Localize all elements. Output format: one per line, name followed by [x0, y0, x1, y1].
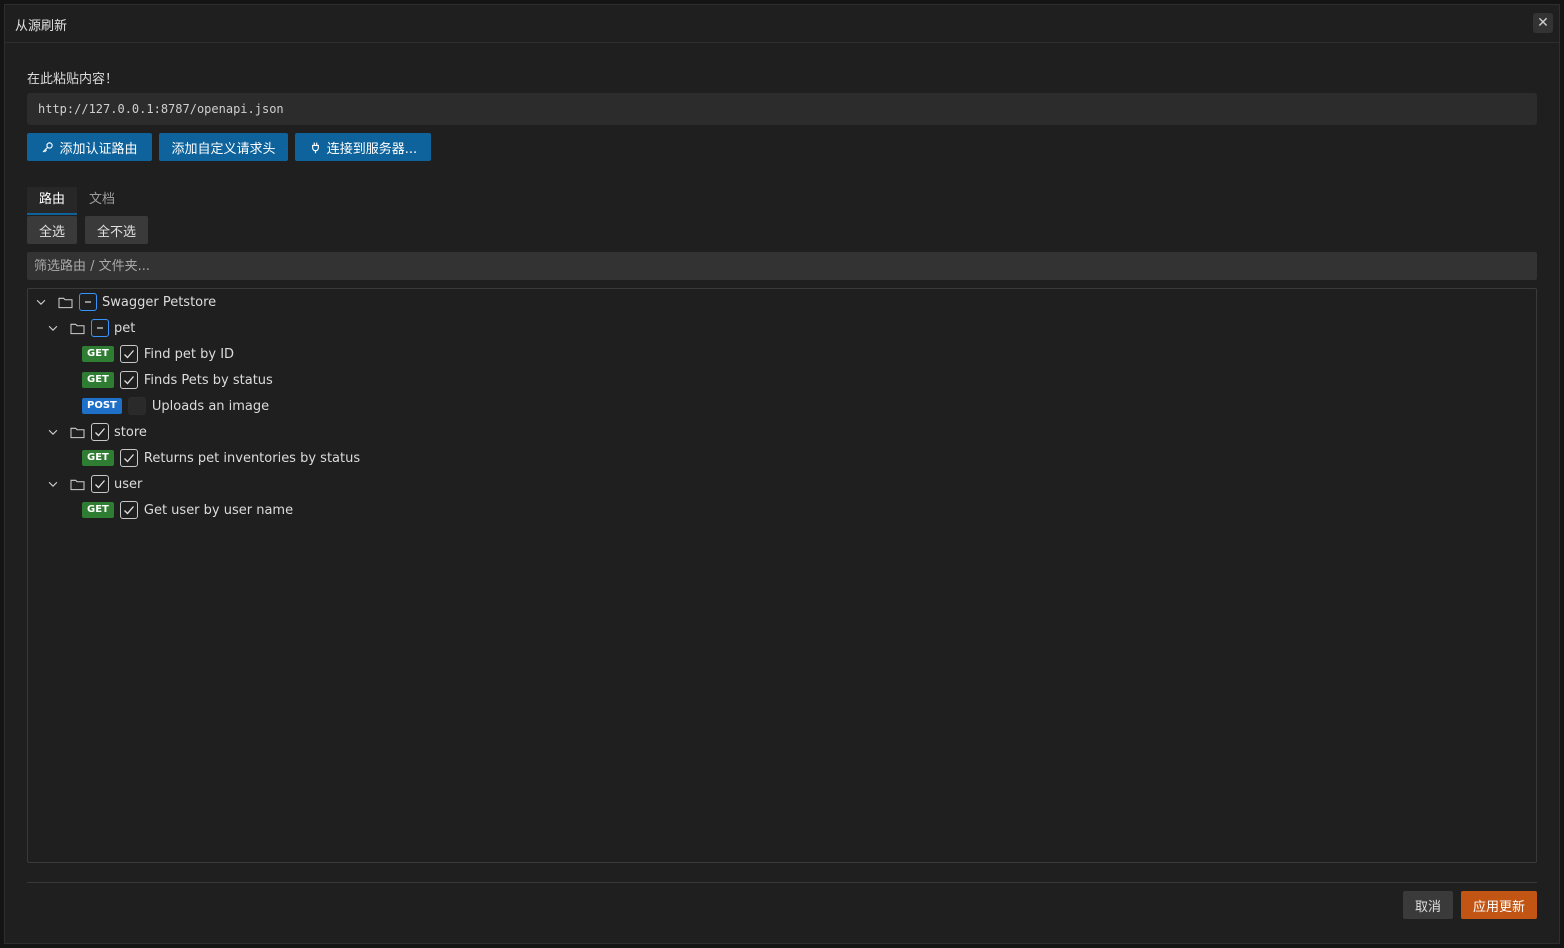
route-checkbox[interactable] [127, 397, 146, 415]
folder-icon [70, 427, 85, 438]
route-label: Get user by user name [143, 502, 294, 518]
folder-label-store: store [114, 424, 147, 440]
method-badge: GET [82, 346, 114, 362]
method-badge: GET [82, 450, 114, 466]
connect-server-label: 连接到服务器... [326, 141, 418, 157]
select-all-button[interactable]: 全选 [27, 216, 78, 244]
chevron-down-icon[interactable] [46, 477, 60, 491]
dialog-titlebar: 从源刷新 ✕ [5, 5, 1559, 43]
method-badge: POST [82, 398, 122, 414]
chevron-down-icon[interactable] [46, 321, 60, 335]
route-checkbox[interactable] [119, 371, 138, 389]
plug-icon [311, 142, 319, 153]
route-checkbox[interactable] [119, 449, 138, 467]
folder-row-user[interactable]: user [46, 471, 142, 497]
folder-icon [70, 323, 85, 334]
footer-divider [27, 882, 1537, 883]
route-row[interactable]: GET Returns pet inventories by status [82, 445, 360, 471]
route-label: Returns pet inventories by status [143, 450, 361, 466]
connect-server-button[interactable]: 连接到服务器... [295, 133, 431, 161]
tree-root-checkbox[interactable] [79, 293, 97, 311]
refresh-from-source-dialog: 从源刷新 ✕ 在此粘贴内容！ 添加认证路由 添加自定义请求头 连接到服务器...… [4, 4, 1560, 944]
folder-row-store[interactable]: store [46, 419, 147, 445]
cancel-button[interactable]: 取消 [1403, 891, 1454, 919]
apply-update-button[interactable]: 应用更新 [1461, 891, 1538, 919]
method-badge: GET [82, 502, 114, 518]
tree-root-label: Swagger Petstore [102, 294, 217, 310]
key-icon [43, 141, 54, 152]
tab-routes[interactable]: 路由 [27, 187, 77, 215]
route-row[interactable]: GET Finds Pets by status [82, 367, 273, 393]
method-badge: GET [82, 372, 114, 388]
chevron-down-icon[interactable] [46, 425, 60, 439]
folder-checkbox-user[interactable] [91, 475, 109, 493]
folder-icon [70, 479, 85, 490]
route-checkbox[interactable] [119, 345, 138, 363]
close-icon[interactable]: ✕ [1537, 15, 1549, 31]
route-row[interactable]: POST Uploads an image [82, 393, 269, 419]
paste-label: 在此粘贴内容！ [27, 72, 119, 87]
route-row[interactable]: GET Find pet by ID [82, 341, 234, 367]
chevron-down-icon[interactable] [34, 295, 48, 309]
add-auth-route-label: 添加认证路由 [59, 141, 138, 157]
route-checkbox[interactable] [119, 501, 138, 519]
route-label: Find pet by ID [143, 346, 235, 362]
select-none-button[interactable]: 全不选 [85, 216, 149, 244]
close-button[interactable]: ✕ [1533, 13, 1553, 33]
dialog-title: 从源刷新 [15, 19, 68, 34]
add-custom-header-label: 添加自定义请求头 [171, 141, 276, 157]
folder-icon [58, 297, 73, 308]
folder-checkbox-store[interactable] [91, 423, 109, 441]
add-custom-header-button[interactable]: 添加自定义请求头 [159, 133, 288, 161]
folder-row-pet[interactable]: pet [46, 315, 135, 341]
add-auth-route-button[interactable]: 添加认证路由 [27, 133, 152, 161]
folder-label-pet: pet [114, 320, 136, 336]
tab-docs[interactable]: 文档 [81, 187, 123, 215]
route-label: Finds Pets by status [143, 372, 273, 388]
route-row[interactable]: GET Get user by user name [82, 497, 293, 523]
tree-root-row[interactable]: Swagger Petstore [34, 289, 216, 315]
route-label: Uploads an image [151, 398, 270, 414]
folder-label-user: user [114, 476, 143, 492]
route-tree: Swagger Petstore pet GET Find pet by ID … [27, 288, 1537, 863]
folder-checkbox-pet[interactable] [91, 319, 109, 337]
route-filter-input[interactable] [27, 252, 1537, 280]
source-url-input[interactable] [27, 93, 1537, 125]
